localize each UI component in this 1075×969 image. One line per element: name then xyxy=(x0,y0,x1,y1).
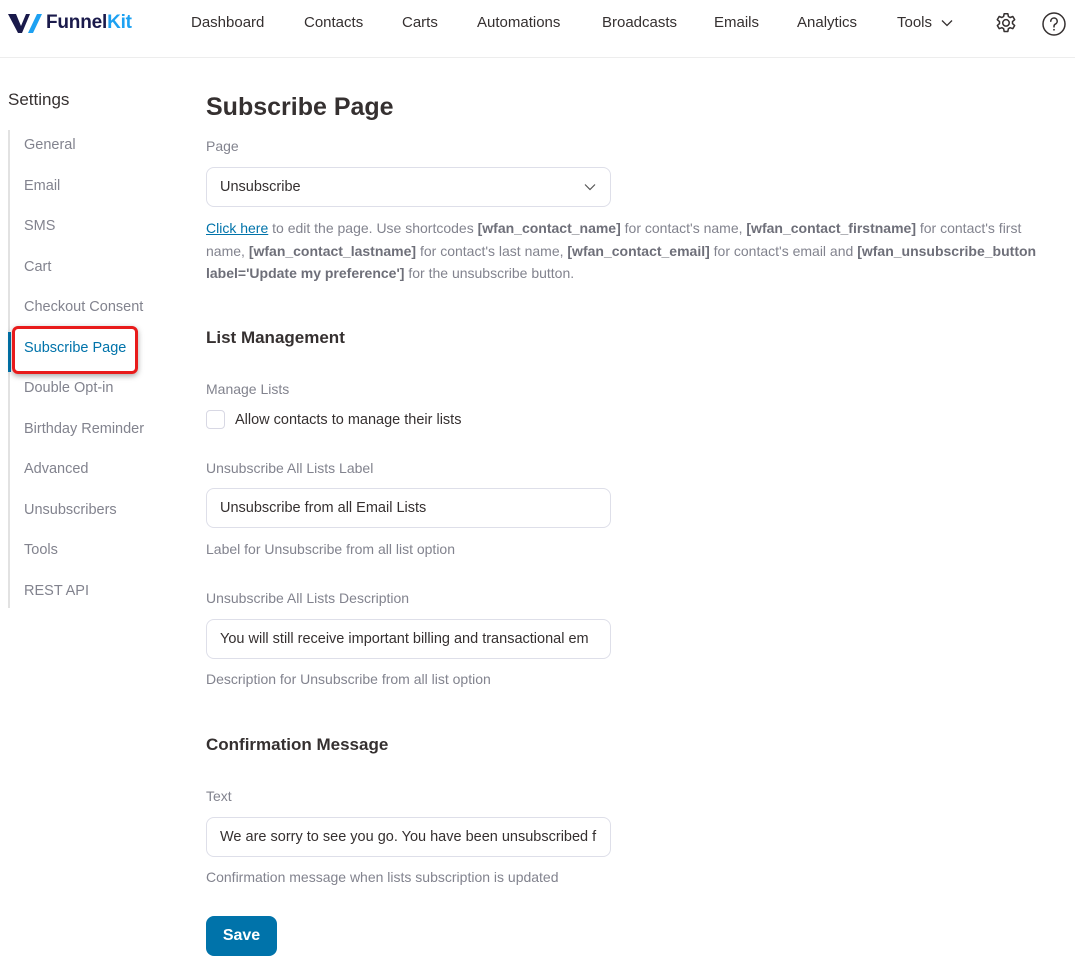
nav-contacts[interactable]: Contacts xyxy=(304,14,363,31)
unsub-all-desc-field[interactable] xyxy=(220,631,597,647)
page-help-text: Click here to edit the page. Use shortco… xyxy=(206,217,1046,285)
unsub-all-desc-description: Description for Unsubscribe from all lis… xyxy=(206,671,491,687)
shortcode: [wfan_contact_firstname] xyxy=(746,220,916,236)
sidebar-item-birthday-reminder[interactable]: Birthday Reminder xyxy=(24,421,144,437)
help-text-segment: to edit the page. Use shortcodes xyxy=(268,220,478,236)
question-icon xyxy=(1042,12,1066,36)
manage-lists-label: Manage Lists xyxy=(206,381,290,397)
active-indicator xyxy=(8,332,11,372)
shortcode: [wfan_contact_lastname] xyxy=(248,242,417,259)
nav-automations[interactable]: Automations xyxy=(477,14,560,31)
unsub-all-label-label: Unsubscribe All Lists Label xyxy=(206,460,374,476)
edit-page-link[interactable]: Click here xyxy=(206,220,268,236)
funnelkit-logo[interactable]: FunnelKit xyxy=(8,10,132,36)
sidebar-item-double-opt-in[interactable]: Double Opt-in xyxy=(24,380,113,396)
nav-dashboard[interactable]: Dashboard xyxy=(191,14,264,31)
sidebar-item-tools[interactable]: Tools xyxy=(24,542,58,558)
shortcode: [wfan_contact_email] xyxy=(567,242,710,259)
confirmation-text-input[interactable] xyxy=(206,817,611,857)
sidebar-item-general[interactable]: General xyxy=(24,137,76,153)
sidebar-item-rest-api[interactable]: REST API xyxy=(24,583,89,599)
help-text-segment: for contact's email and xyxy=(709,242,858,259)
sidebar-item-unsubscribers[interactable]: Unsubscribers xyxy=(24,502,117,518)
nav-emails[interactable]: Emails xyxy=(714,14,759,31)
page-title: Subscribe Page xyxy=(206,93,394,121)
unsub-all-label-description: Label for Unsubscribe from all list opti… xyxy=(206,541,456,557)
nav-broadcasts[interactable]: Broadcasts xyxy=(602,14,677,31)
logo-text: FunnelKit xyxy=(46,12,132,33)
top-navigation: FunnelKit Dashboard Contacts Carts Autom… xyxy=(0,0,1075,58)
unsub-all-label-field[interactable] xyxy=(220,500,597,516)
save-button[interactable]: Save xyxy=(206,916,277,956)
help-text-segment: for contact's last name, xyxy=(416,242,568,259)
sidebar-item-subscribe-page[interactable]: Subscribe Page xyxy=(24,340,126,356)
sidebar-item-checkout-consent[interactable]: Checkout Consent xyxy=(24,299,143,315)
confirmation-text-label: Text xyxy=(206,788,232,804)
page-select[interactable]: Unsubscribe xyxy=(206,167,611,207)
nav-tools-label: Tools xyxy=(897,14,933,31)
manage-lists-checkbox-label: Allow contacts to manage their lists xyxy=(235,411,462,428)
confirmation-text-field[interactable] xyxy=(220,829,597,845)
page-select-value: Unsubscribe xyxy=(220,179,301,195)
chevron-down-icon xyxy=(941,19,953,26)
nav-analytics[interactable]: Analytics xyxy=(797,14,857,31)
help-button[interactable] xyxy=(1041,11,1067,37)
shortcode: [wfan_contact_name] xyxy=(477,220,621,236)
sidebar-item-sms[interactable]: SMS xyxy=(24,218,55,234)
settings-sidebar: General Email SMS Cart Checkout Consent … xyxy=(8,130,168,608)
gear-icon xyxy=(996,12,1016,33)
nav-tools[interactable]: Tools xyxy=(897,14,954,31)
sidebar-item-email[interactable]: Email xyxy=(24,178,60,194)
chevron-down-icon xyxy=(584,184,596,191)
nav-carts[interactable]: Carts xyxy=(402,14,438,31)
help-text-segment: for contact's name, xyxy=(620,220,747,236)
sidebar-item-cart[interactable]: Cart xyxy=(24,259,51,275)
list-management-title: List Management xyxy=(206,328,345,347)
manage-lists-checkbox[interactable] xyxy=(206,410,225,429)
page-field-label: Page xyxy=(206,138,239,154)
settings-button[interactable] xyxy=(993,11,1019,37)
help-text-segment: for the unsubscribe button. xyxy=(404,265,575,281)
unsub-all-desc-input[interactable] xyxy=(206,619,611,659)
unsub-all-label-input[interactable] xyxy=(206,488,611,528)
settings-title: Settings xyxy=(8,90,70,109)
unsub-all-desc-label: Unsubscribe All Lists Description xyxy=(206,590,410,606)
manage-lists-checkbox-row[interactable]: Allow contacts to manage their lists xyxy=(206,410,461,429)
confirmation-message-title: Confirmation Message xyxy=(206,735,389,754)
sidebar-item-advanced[interactable]: Advanced xyxy=(24,461,89,477)
confirmation-text-description: Confirmation message when lists subscrip… xyxy=(206,869,559,885)
funnelkit-logo-icon xyxy=(8,14,42,33)
